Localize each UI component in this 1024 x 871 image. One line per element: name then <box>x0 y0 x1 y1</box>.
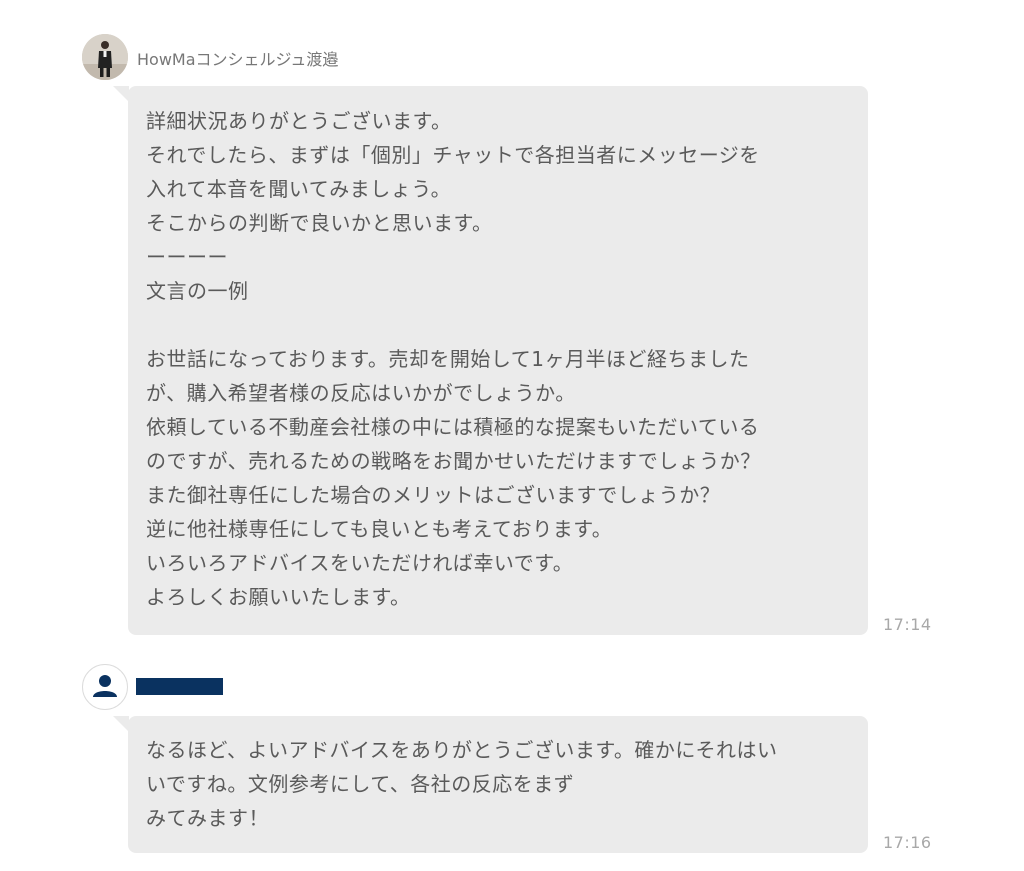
message-text: 詳細状況ありがとうございます。 それでしたら、まずは「個別」チャットで各担当者に… <box>146 109 761 609</box>
message-text: なるほど、よいアドバイスをありがとうございます。確かにそれはい いですね。文例参… <box>146 738 778 830</box>
bubble-tail <box>113 716 129 732</box>
sender-name: HowMaコンシェルジュ渡邉 <box>137 50 339 69</box>
sender-avatar-photo[interactable] <box>82 34 128 80</box>
user-silhouette-icon <box>93 675 117 697</box>
message-timestamp: 17:16 <box>883 833 932 852</box>
bubble-tail <box>113 86 129 102</box>
person-photo-icon <box>82 34 128 80</box>
user-avatar-default[interactable] <box>82 664 128 710</box>
message-timestamp: 17:14 <box>883 615 932 634</box>
redacted-sender-name <box>136 678 223 695</box>
